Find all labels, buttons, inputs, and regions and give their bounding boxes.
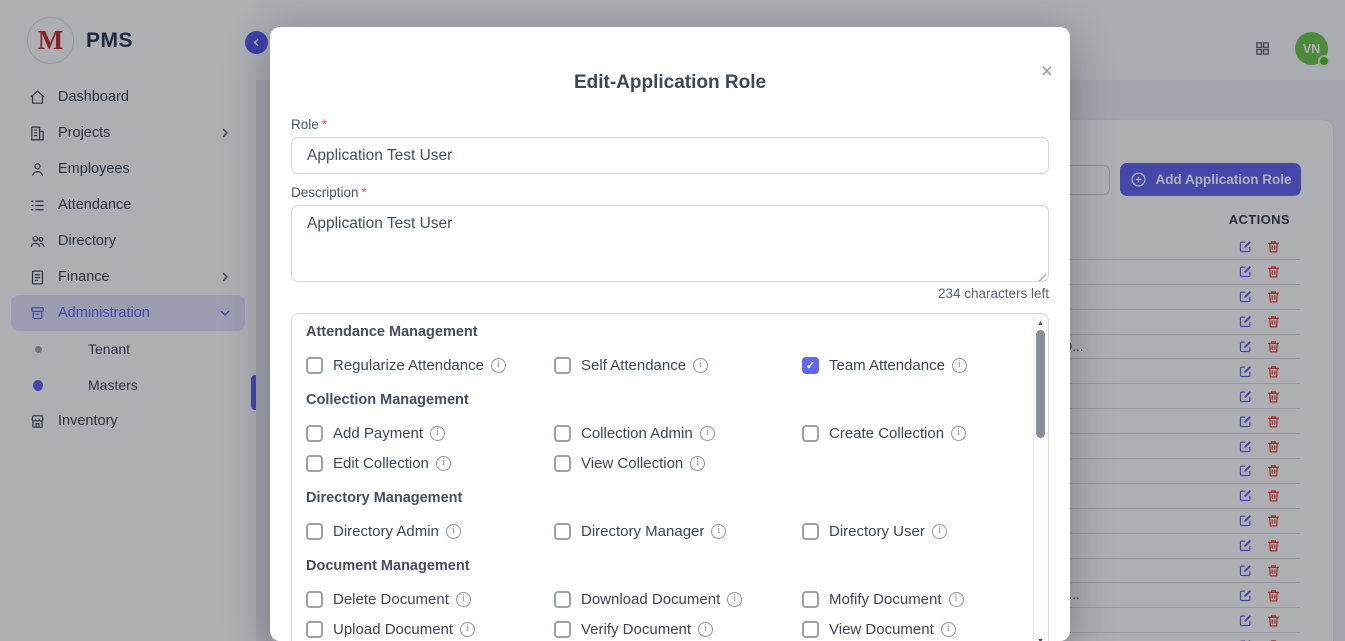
permission-checkbox[interactable] (802, 523, 819, 540)
scrollbar[interactable]: ▲ ▼ (1033, 315, 1047, 641)
description-textarea[interactable] (291, 205, 1049, 282)
permission-item: Delete Document i (306, 584, 554, 614)
permission-section: Attendance Management Regularize Attendan… (306, 324, 1026, 380)
permission-item: Directory User i (802, 516, 1026, 546)
permissions-panel: Attendance Management Regularize Attendan… (291, 313, 1049, 641)
permission-label: Mofify Document (829, 591, 942, 608)
info-icon[interactable]: i (456, 592, 471, 607)
permission-item: Collection Admin i (554, 418, 802, 448)
info-icon[interactable]: i (430, 426, 445, 441)
permission-section: Directory ManagementDirectory AdminiDire… (306, 490, 1026, 546)
role-input[interactable] (291, 137, 1049, 174)
permission-label: Delete Document (333, 591, 449, 608)
permission-checkbox[interactable] (554, 357, 571, 374)
permission-item: ✓ Team Attendance i (802, 350, 1026, 380)
info-icon[interactable]: i (700, 426, 715, 441)
scroll-up-arrow-icon[interactable]: ▲ (1034, 320, 1047, 327)
permission-checkbox[interactable] (306, 357, 323, 374)
permission-item: View Document i (802, 614, 1026, 641)
info-icon[interactable]: i (460, 622, 475, 637)
permission-section-title: Directory Management (306, 490, 1026, 510)
permission-item: Directory Manager i (554, 516, 802, 546)
permission-item: Self Attendance i (554, 350, 802, 380)
description-label-text: Description (291, 185, 359, 200)
permission-checkbox[interactable] (554, 591, 571, 608)
info-icon[interactable]: i (711, 524, 726, 539)
permission-label: Create Collection (829, 425, 944, 442)
permission-section-title: Attendance Management (306, 324, 1026, 344)
permission-section-title: Collection Management (306, 392, 1026, 412)
permission-item: Verify Document i (554, 614, 802, 641)
description-label: Description* (291, 185, 367, 200)
permission-section: Collection ManagementAdd PaymentiCollect… (306, 392, 1026, 478)
close-icon[interactable]: × (1041, 61, 1053, 82)
permission-item: View Collection i (554, 448, 802, 478)
info-icon[interactable]: i (698, 622, 713, 637)
info-icon[interactable]: i (941, 622, 956, 637)
permission-label: Collection Admin (581, 425, 693, 442)
permission-checkbox[interactable]: ✓ (802, 357, 819, 374)
permission-item: Create Collection i (802, 418, 1026, 448)
permission-label: Directory Admin (333, 523, 439, 540)
permissions-sections: Attendance Management Regularize Attendan… (306, 324, 1026, 641)
scrollbar-thumb[interactable] (1036, 330, 1045, 438)
permission-item: Add Payment i (306, 418, 554, 448)
info-icon[interactable]: i (932, 524, 947, 539)
edit-application-role-modal: Edit-Application Role × Role* Descriptio… (270, 27, 1070, 641)
permission-section-title: Document Management (306, 558, 1026, 578)
permission-label: View Document (829, 621, 934, 638)
permission-label: Team Attendance (829, 357, 945, 374)
permission-label: Edit Collection (333, 455, 429, 472)
permission-checkbox[interactable] (306, 455, 323, 472)
info-icon[interactable]: i (727, 592, 742, 607)
permission-label: Regularize Attendance (333, 357, 484, 374)
permission-checkbox[interactable] (306, 425, 323, 442)
permission-label: Upload Document (333, 621, 453, 638)
info-icon[interactable]: i (690, 456, 705, 471)
permission-checkbox[interactable] (306, 591, 323, 608)
characters-left-counter: 234 characters left (938, 286, 1049, 301)
permission-grid: Delete DocumentiDownload DocumentiMofify… (306, 584, 1026, 641)
permission-item: Edit Collection i (306, 448, 554, 478)
permission-item: Directory Admin i (306, 516, 554, 546)
permission-section: Document ManagementDelete DocumentiDownl… (306, 558, 1026, 641)
permission-checkbox[interactable] (554, 523, 571, 540)
permission-checkbox[interactable] (802, 425, 819, 442)
permission-label: Directory Manager (581, 523, 704, 540)
required-asterisk: * (322, 117, 327, 132)
info-icon[interactable]: i (952, 358, 967, 373)
permission-item: Regularize Attendance i (306, 350, 554, 380)
permission-checkbox[interactable] (802, 591, 819, 608)
modal-title: Edit-Application Role (270, 27, 1070, 94)
permission-label: Self Attendance (581, 357, 686, 374)
app-root: M PMS DashboardProjectsEmployeesAttendan… (0, 0, 1345, 641)
permission-checkbox[interactable] (554, 455, 571, 472)
permission-checkbox[interactable] (306, 621, 323, 638)
permission-label: Download Document (581, 591, 720, 608)
role-label: Role* (291, 117, 327, 132)
info-icon[interactable]: i (949, 592, 964, 607)
permission-checkbox[interactable] (306, 523, 323, 540)
permission-grid: Directory AdminiDirectory ManageriDirect… (306, 516, 1026, 546)
role-label-text: Role (291, 117, 319, 132)
permission-grid: Regularize Attendance i Self Attendance i ✓ T… (306, 350, 1026, 380)
permission-label: Add Payment (333, 425, 423, 442)
required-asterisk: * (362, 185, 367, 200)
info-icon[interactable]: i (436, 456, 451, 471)
permission-item: Download Document i (554, 584, 802, 614)
permission-item: Upload Document i (306, 614, 554, 641)
permission-label: Verify Document (581, 621, 691, 638)
permission-checkbox[interactable] (554, 425, 571, 442)
info-icon[interactable]: i (693, 358, 708, 373)
info-icon[interactable]: i (446, 524, 461, 539)
permission-label: Directory User (829, 523, 925, 540)
permission-item: Mofify Document i (802, 584, 1026, 614)
permission-grid: Add PaymentiCollection AdminiCreate Coll… (306, 418, 1026, 478)
info-icon[interactable]: i (491, 358, 506, 373)
permission-label: View Collection (581, 455, 683, 472)
permission-checkbox[interactable] (554, 621, 571, 638)
info-icon[interactable]: i (951, 426, 966, 441)
permission-checkbox[interactable] (802, 621, 819, 638)
